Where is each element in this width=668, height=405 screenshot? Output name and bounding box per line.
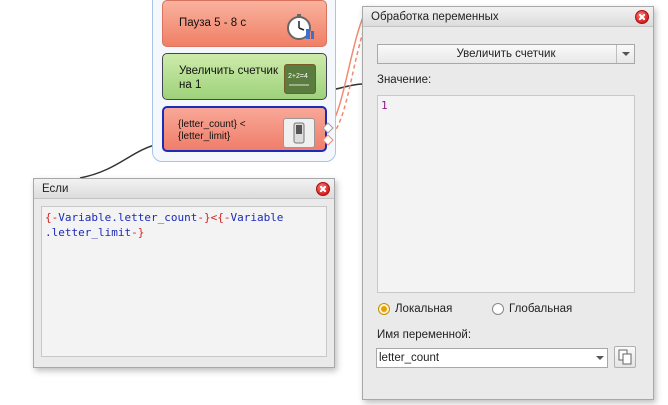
- chalkboard-icon: 2+2=4: [284, 64, 316, 94]
- connector-if-to-dialog: [79, 142, 163, 179]
- variable-dialog: Обработка переменных Увеличить счетчик З…: [362, 6, 654, 400]
- switch-icon: [283, 118, 315, 148]
- radio-local[interactable]: [378, 303, 390, 315]
- block-increment-label-line1: Увеличить счетчик: [179, 65, 278, 77]
- block-increment-label-line2: на 1: [179, 79, 202, 91]
- var-name-label: Имя переменной:: [377, 329, 472, 341]
- if-dialog: Если {-Variable.letter_count-}<{-Variabl…: [33, 178, 335, 368]
- condition-editor[interactable]: {-Variable.letter_count-}<{-Variable .le…: [41, 206, 327, 357]
- block-if-condition[interactable]: {letter_count} < {letter_limit}: [162, 106, 334, 152]
- radio-global[interactable]: [492, 303, 504, 315]
- if-dialog-close-icon[interactable]: [316, 182, 330, 196]
- variable-dialog-title: Обработка переменных: [363, 7, 653, 27]
- block-pause[interactable]: Пауза 5 - 8 с: [162, 0, 327, 47]
- code-token: -}<: [197, 211, 218, 224]
- copy-icon: [618, 349, 632, 365]
- svg-text:2+2=4: 2+2=4: [288, 73, 308, 80]
- value-label: Значение:: [377, 74, 432, 86]
- block-increment-label: Увеличить счетчик на 1: [179, 64, 278, 92]
- value-text: 1: [381, 99, 388, 112]
- chevron-down-icon[interactable]: [593, 349, 607, 367]
- block-if-label-line2: {letter_limit}: [178, 131, 231, 142]
- var-name-field[interactable]: letter_count: [376, 348, 608, 368]
- block-increment-counter[interactable]: Увеличить счетчик на 1 2+2=4: [162, 53, 327, 100]
- code-token: {-: [217, 211, 231, 224]
- radio-local-label: Локальная: [395, 303, 453, 315]
- variable-dialog-close-icon[interactable]: [635, 10, 649, 24]
- code-token: -}: [131, 226, 145, 239]
- code-token: .letter_limit: [45, 226, 132, 239]
- var-name-value: letter_count: [379, 352, 440, 364]
- code-token: Variable: [58, 211, 112, 224]
- stopwatch-icon: [284, 11, 316, 41]
- block-if-label-line1: {letter_count} <: [178, 119, 246, 130]
- if-dialog-title: Если: [34, 179, 334, 199]
- code-token: Variable: [230, 211, 284, 224]
- code-token: {-: [45, 211, 59, 224]
- block-pause-label: Пауза 5 - 8 с: [179, 17, 247, 29]
- block-if-label: {letter_count} < {letter_limit}: [178, 119, 246, 143]
- action-select-value: Увеличить счетчик: [456, 48, 556, 60]
- copy-button[interactable]: [614, 346, 636, 368]
- chevron-down-icon[interactable]: [616, 45, 634, 63]
- action-select[interactable]: Увеличить счетчик: [377, 44, 635, 64]
- value-editor[interactable]: 1: [377, 95, 635, 293]
- radio-global-label: Глобальная: [509, 303, 573, 315]
- code-token: .letter_count: [111, 211, 198, 224]
